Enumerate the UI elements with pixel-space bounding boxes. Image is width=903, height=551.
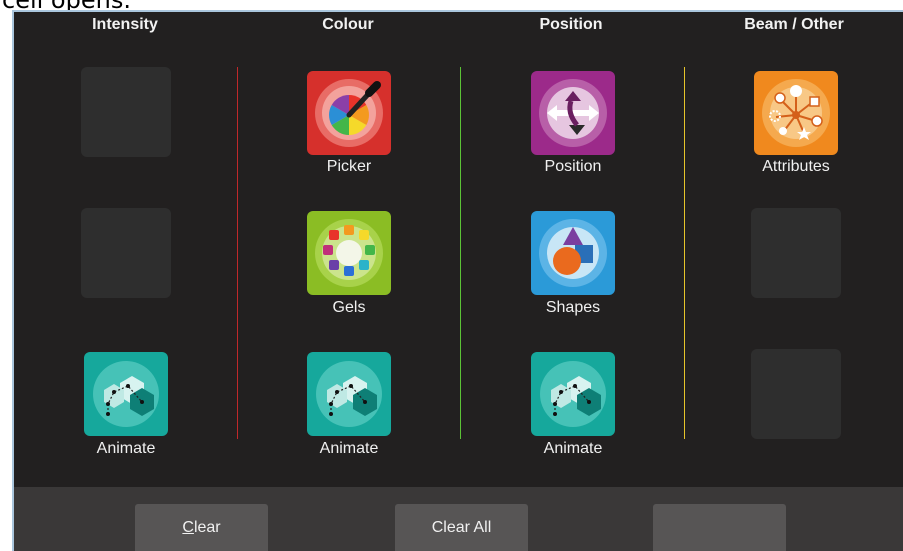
tile-label-attributes: Attributes [762,158,830,175]
gels-button[interactable] [307,211,391,295]
clear-button-mnemonic: C [182,518,194,536]
column-header-colour: Colour [322,16,374,33]
tile-label-animate: Animate [96,440,156,457]
divider-position-beam [684,67,685,439]
empty-slot [751,208,841,298]
divider-intensity-colour [237,67,238,439]
shapes-button[interactable] [531,211,615,295]
animate-position-button[interactable] [531,352,615,436]
clear-button-label: lear [193,518,221,536]
clear-all-button[interactable]: Clear All [395,504,528,551]
tile-label-position: Position [544,158,602,175]
attributes-icon [754,71,838,155]
position-button[interactable] [531,71,615,155]
animate-icon [84,352,168,436]
shapes-icon [531,211,615,295]
palette-window: Intensity Colour Position Beam / Other A… [12,10,903,551]
empty-slot [81,67,171,157]
tile-label-gels: Gels [332,299,366,316]
divider-colour-position [460,67,461,439]
animate-intensity-button[interactable] [84,352,168,436]
empty-slot [81,208,171,298]
tile-label-shapes: Shapes [545,299,601,316]
attributes-button[interactable] [754,71,838,155]
column-header-beam-other: Beam / Other [744,16,844,33]
colour-picker-icon [307,71,391,155]
column-header-intensity: Intensity [92,16,158,33]
column-header-position: Position [539,16,603,33]
footer-bar: Clear Clear All [14,487,903,551]
blank-footer-button[interactable] [653,504,786,551]
clear-button[interactable]: Clear [135,504,268,551]
tile-label-animate: Animate [543,440,603,457]
picker-button[interactable] [307,71,391,155]
empty-slot [751,349,841,439]
position-arrows-icon [531,71,615,155]
animate-icon [307,352,391,436]
tile-label-animate: Animate [319,440,379,457]
animate-colour-button[interactable] [307,352,391,436]
tile-label-picker: Picker [326,158,372,175]
gels-palette-icon [307,211,391,295]
animate-icon [531,352,615,436]
